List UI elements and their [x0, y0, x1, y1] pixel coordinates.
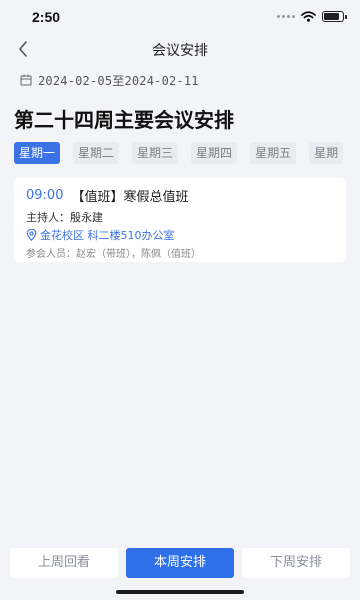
next-week-button[interactable]: 下周安排 [242, 548, 350, 578]
cellular-signal-icon [277, 15, 295, 18]
meeting-header: 09:00 【值班】寒假总值班 [26, 186, 334, 205]
day-tab[interactable]: 星期二 [73, 142, 120, 164]
meeting-card[interactable]: 09:00 【值班】寒假总值班 主持人：殷永建 金花校区 科二楼510办公室 参… [14, 178, 346, 262]
bottom-bar: 上周回看 本周安排 下周安排 [0, 542, 360, 582]
day-tab[interactable]: 星期 [309, 142, 344, 164]
status-time: 2:50 [32, 9, 61, 25]
meeting-location: 金花校区 科二楼510办公室 [26, 227, 334, 243]
current-week-button[interactable]: 本周安排 [126, 548, 234, 578]
status-icons [277, 11, 347, 22]
battery-fill [324, 13, 340, 20]
day-tab[interactable]: 星期四 [191, 142, 238, 164]
previous-week-button[interactable]: 上周回看 [10, 548, 118, 578]
calendar-icon [20, 74, 32, 86]
meeting-title: 【值班】寒假总值班 [71, 189, 189, 205]
home-indicator [116, 590, 244, 594]
meeting-host: 主持人：殷永建 [26, 211, 103, 224]
meeting-time: 09:00 [26, 187, 64, 203]
battery-icon [322, 11, 347, 22]
nav-title: 会议安排 [152, 43, 208, 59]
day-tab[interactable]: 星期一 [14, 142, 61, 164]
nav-bar: 会议安排 [0, 34, 360, 64]
meeting-location-text: 金花校区 科二楼510办公室 [40, 229, 175, 242]
date-range-text: 2024-02-05至2024-02-11 [38, 73, 199, 88]
date-range: 2024-02-05至2024-02-11 [20, 70, 199, 90]
wifi-icon [301, 11, 316, 22]
meeting-attendees: 参会人员：赵宏（带班），陈佩（值班） [26, 249, 201, 260]
location-pin-icon [26, 229, 37, 241]
day-tab[interactable]: 星期三 [132, 142, 179, 164]
day-tabs: 星期一 星期二 星期三 星期四 星期五 星期 [14, 142, 360, 164]
page-title: 第二十四周主要会议安排 [14, 108, 234, 132]
day-tab[interactable]: 星期五 [250, 142, 297, 164]
status-bar: 2:50 [0, 0, 360, 34]
